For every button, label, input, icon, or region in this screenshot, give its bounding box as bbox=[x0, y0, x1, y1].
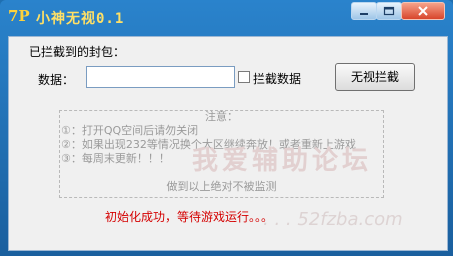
intercept-checkbox[interactable] bbox=[238, 71, 250, 83]
status-text: 初始化成功，等待游戏运行。。。 bbox=[105, 210, 274, 224]
main-panel: 已拦截到的封包： 数据： 拦截数据 无视拦截 注意： ①：打开QQ空间后请勿关闭… bbox=[8, 36, 448, 251]
watermark-url: . . . 52fzba.com bbox=[263, 209, 403, 230]
app-logo-icon: 7P bbox=[8, 7, 30, 25]
title-bar[interactable]: 7P 小神无视0.1 bbox=[0, 0, 453, 32]
notice-title: 注意： bbox=[205, 110, 238, 123]
blocked-packets-label: 已拦截到的封包： bbox=[29, 45, 126, 59]
ignore-intercept-button[interactable]: 无视拦截 bbox=[335, 63, 415, 91]
watermark-text: 我爱辅助论坛 bbox=[192, 146, 373, 176]
data-input[interactable] bbox=[86, 66, 235, 88]
notice-line: ③：每周末更新！！！ bbox=[61, 152, 170, 165]
intercept-checkbox-label[interactable]: 拦截数据 bbox=[253, 70, 301, 87]
minimize-icon bbox=[360, 13, 368, 15]
maximize-button[interactable] bbox=[376, 2, 402, 20]
notice-line: ①：打开QQ空间后请勿关闭 bbox=[61, 124, 199, 137]
minimize-button[interactable] bbox=[351, 2, 377, 20]
data-label: 数据： bbox=[38, 73, 75, 87]
app-window: 7P 小神无视0.1 已拦截到的封包： 数据： 拦截数据 无视拦截 注意： ①：… bbox=[0, 0, 453, 256]
maximize-icon bbox=[383, 6, 395, 16]
close-button[interactable] bbox=[401, 2, 445, 20]
close-icon bbox=[418, 6, 428, 16]
notice-footer: 做到以上绝对不被监测 bbox=[166, 180, 277, 193]
window-title: 小神无视0.1 bbox=[36, 11, 125, 27]
